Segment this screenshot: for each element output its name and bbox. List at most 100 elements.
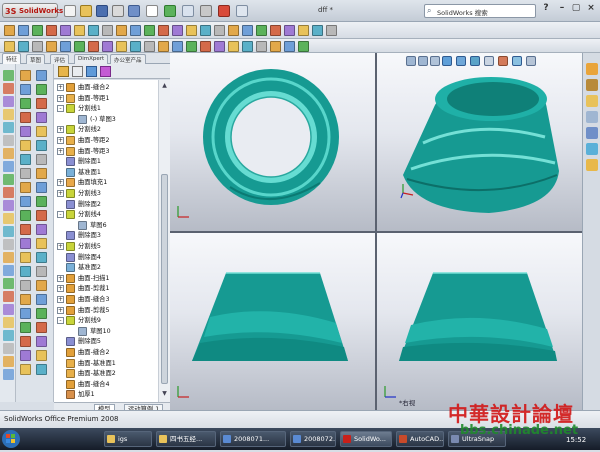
plane-sketch-tool-icon[interactable] (3, 187, 14, 198)
tab-features[interactable]: 特征 (2, 53, 22, 64)
new-document-icon[interactable] (64, 5, 76, 17)
restore-button[interactable]: ▢ (568, 2, 584, 14)
hole-feature-tool-icon[interactable] (36, 294, 47, 305)
offset-feature-tool-icon[interactable] (36, 224, 47, 235)
shell-tool-icon[interactable] (18, 41, 29, 52)
relation-feature-tool-icon[interactable] (36, 210, 47, 221)
expand-icon[interactable]: + (57, 296, 64, 303)
line-sketch-tool-icon[interactable] (3, 239, 14, 250)
loft-feature-tool-icon[interactable] (36, 252, 47, 263)
file-explorer-icon[interactable] (586, 95, 598, 107)
scroll-down-icon[interactable]: ▼ (160, 390, 169, 399)
feature-tree-item[interactable]: + 曲面-等距1 (54, 93, 158, 104)
search-input[interactable]: ⌕ SolidWorks 搜索 (424, 4, 536, 18)
feature-tree-item[interactable]: 曲面-缝合4 (54, 379, 158, 390)
chamfer-feature-tool-icon[interactable] (36, 98, 47, 109)
expand-icon[interactable]: + (57, 94, 64, 102)
taskbar-item-igs[interactable]: igs (104, 431, 152, 447)
extrude-tool-icon[interactable] (4, 25, 15, 36)
spline-tool-icon[interactable] (200, 41, 211, 52)
curve-feature-tool-icon[interactable] (20, 168, 31, 179)
fillet-feature-tool-icon[interactable] (20, 266, 31, 277)
expand-icon[interactable]: + (57, 84, 64, 91)
front-view-pane[interactable] (170, 233, 375, 410)
right-view-pane[interactable]: *右视 (377, 233, 582, 410)
file-properties-icon[interactable] (182, 5, 194, 17)
line-feature-tool-icon[interactable] (20, 350, 31, 361)
property-manager-tab-icon[interactable] (72, 66, 83, 77)
feature-tree-item[interactable]: + 分割线2 (54, 124, 158, 135)
axis-tool-icon[interactable] (186, 25, 197, 36)
traffic-light-icon[interactable] (218, 5, 230, 17)
plane-feature-tool-icon[interactable] (20, 154, 31, 165)
save-icon[interactable] (96, 5, 108, 17)
spline-feature-tool-icon[interactable] (36, 196, 47, 207)
tab-dimxpert[interactable]: DimXpert (74, 54, 109, 64)
relation-tool-icon[interactable] (228, 41, 239, 52)
expand-icon[interactable]: + (57, 137, 64, 144)
relation-tool-icon[interactable] (298, 25, 309, 36)
taskbar-item-solidworks[interactable]: SolidWo... (340, 431, 392, 447)
start-button[interactable] (0, 428, 22, 450)
rib-feature-tool-icon[interactable] (20, 140, 31, 151)
taskbar-item-2008072[interactable]: 2008072... (290, 431, 336, 447)
featuremanager-tree-tab-icon[interactable] (58, 66, 69, 77)
revolve-feature-tool-icon[interactable] (36, 70, 47, 81)
curve-sketch-tool-icon[interactable] (3, 213, 14, 224)
dimension-sketch-tool-icon[interactable] (3, 291, 14, 302)
view-orientation-icon[interactable] (456, 56, 466, 66)
graphics-area[interactable]: *右视 (170, 53, 582, 410)
shell-tool-icon[interactable] (88, 25, 99, 36)
expand-icon[interactable]: + (57, 147, 64, 155)
sweep-sketch-tool-icon[interactable] (3, 369, 14, 380)
isometric-view-pane[interactable] (377, 53, 582, 231)
pattern-tool-icon[interactable] (32, 41, 43, 52)
feature-tree-item[interactable]: + 曲面-缝合2 (54, 82, 158, 93)
select-arrow-icon[interactable] (146, 5, 158, 17)
arc-feature-tool-icon[interactable] (20, 196, 31, 207)
expand-icon[interactable]: + (57, 243, 64, 250)
curve-tool-icon[interactable] (130, 41, 141, 52)
trim-sketch-tool-icon[interactable] (3, 317, 14, 328)
feature-tree-item[interactable]: 删除面3 (54, 230, 158, 241)
feature-tree-item[interactable]: 草图10 (54, 326, 158, 337)
extrude-sketch-tool-icon[interactable] (3, 343, 14, 354)
arc-sketch-tool-icon[interactable] (3, 265, 14, 276)
hole-sketch-tool-icon[interactable] (3, 148, 14, 159)
scroll-up-icon[interactable]: ▲ (160, 82, 169, 91)
circle-tool-icon[interactable] (172, 41, 183, 52)
sketch-tool-icon[interactable] (144, 41, 155, 52)
feature-tree-item[interactable]: 草图6 (54, 220, 158, 231)
undo-icon[interactable] (128, 5, 140, 17)
expand-icon[interactable]: + (57, 126, 64, 134)
shell-feature-tool-icon[interactable] (20, 280, 31, 291)
feature-tree-item[interactable]: 基准面2 (54, 262, 158, 273)
arc-tool-icon[interactable] (256, 25, 267, 36)
mirror-feature-tool-icon[interactable] (20, 126, 31, 137)
fillet-sketch-tool-icon[interactable] (3, 83, 14, 94)
close-button[interactable]: × (583, 2, 599, 14)
sketch-feature-tool-icon[interactable] (36, 168, 47, 179)
axis-feature-tool-icon[interactable] (36, 154, 47, 165)
zoom-area-icon[interactable] (418, 56, 428, 66)
solidworks-logo[interactable]: 3S SolidWorks (2, 3, 63, 18)
rib-tool-icon[interactable] (144, 25, 155, 36)
design-library-icon[interactable] (586, 79, 598, 91)
chamfer-feature-tool-icon[interactable] (36, 266, 47, 277)
feature-tree-item[interactable]: + 曲面-等距3 (54, 146, 158, 157)
sketch-feature-tool-icon[interactable] (36, 336, 47, 347)
mirror-sketch-tool-icon[interactable] (3, 135, 14, 146)
feature-tree-item[interactable]: 加厚1 (54, 389, 158, 400)
trim-feature-tool-icon[interactable] (20, 224, 31, 235)
feature-tree-item[interactable]: 基准面1 (54, 167, 158, 178)
rib-feature-tool-icon[interactable] (20, 308, 31, 319)
taskbar-item-book[interactable]: 四书五经... (156, 431, 216, 447)
feature-tree-item[interactable]: - 分割线1 (54, 103, 158, 114)
top-view-pane[interactable] (170, 53, 375, 231)
open-folder-icon[interactable] (80, 5, 92, 17)
feature-tree-item[interactable]: + 分割线5 (54, 241, 158, 252)
expand-icon[interactable]: + (57, 306, 64, 314)
circle-feature-tool-icon[interactable] (36, 350, 47, 361)
feature-tree-item[interactable]: + 曲面-等距2 (54, 135, 158, 146)
feature-tree-item[interactable]: + 曲面-扫描1 (54, 273, 158, 284)
